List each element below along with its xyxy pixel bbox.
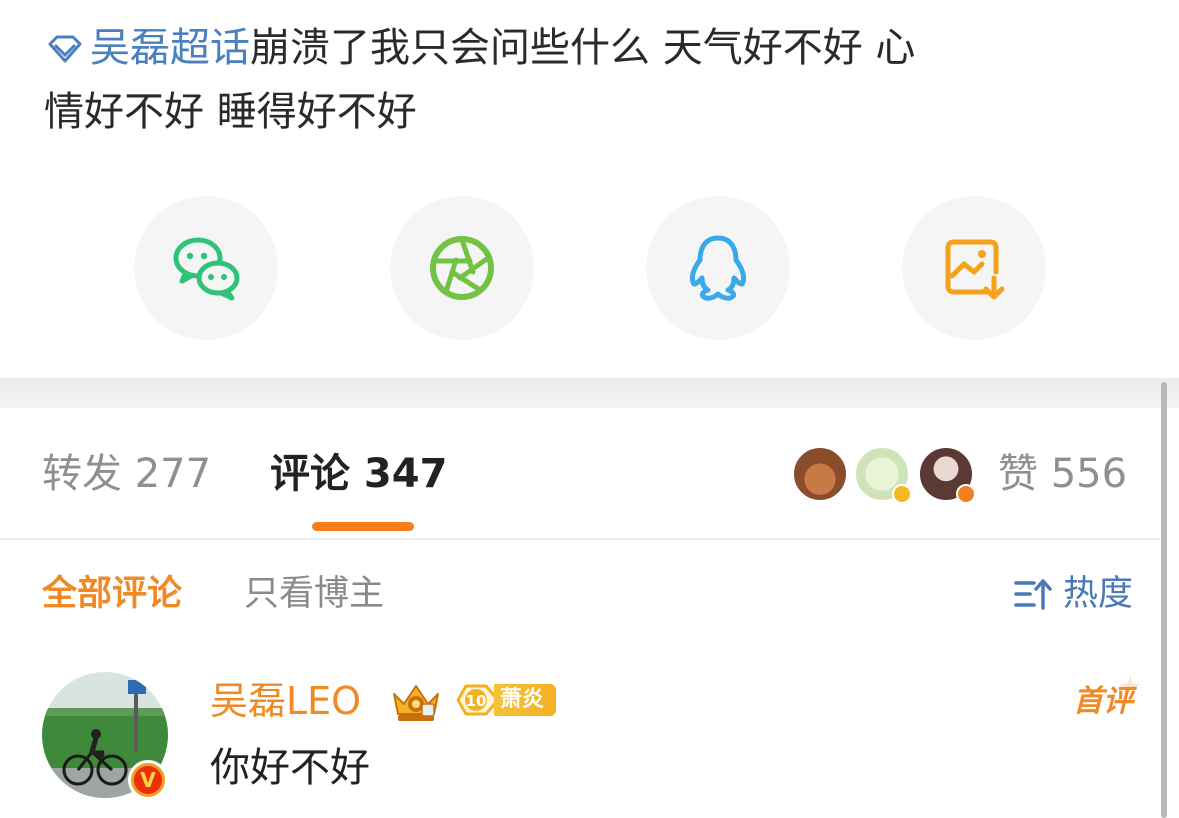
active-tab-indicator bbox=[312, 522, 414, 531]
image-download-icon bbox=[945, 239, 1005, 300]
liker-avatar bbox=[792, 446, 848, 502]
comment-text: 你好不好 bbox=[210, 745, 370, 791]
comment-username[interactable]: 吴磊LEO bbox=[210, 676, 361, 726]
comment-filter-row: 全部评论 只看博主 热度 bbox=[0, 566, 1179, 622]
super-topic-label: 吴磊超话 bbox=[90, 25, 250, 71]
tab-repost[interactable]: 转发 277 bbox=[42, 448, 211, 500]
scrollbar[interactable] bbox=[1161, 382, 1167, 818]
filter-author-only[interactable]: 只看博主 bbox=[244, 570, 384, 618]
sort-label: 热度 bbox=[1062, 574, 1133, 614]
first-comment-badge: 首评 bbox=[1073, 684, 1133, 719]
sort-button[interactable]: 热度 bbox=[1013, 570, 1133, 618]
share-row bbox=[0, 196, 1179, 340]
shutter-icon bbox=[430, 236, 494, 300]
comment-item: V 吴磊LEO 10 萧炎 首评 你好不好 bbox=[0, 668, 1179, 818]
verified-badge bbox=[956, 484, 976, 504]
verified-badge: V bbox=[128, 760, 168, 800]
fan-name: 萧炎 bbox=[494, 684, 557, 716]
fan-badge[interactable]: 10 萧炎 bbox=[452, 682, 557, 718]
penguin-icon bbox=[689, 235, 747, 301]
tab-comment[interactable]: 评论 347 bbox=[270, 448, 447, 500]
verified-mark: V bbox=[134, 766, 162, 794]
sort-icon bbox=[1014, 579, 1052, 610]
tabs-divider bbox=[0, 538, 1166, 540]
post-text: 吴磊超话崩溃了我只会问些什么 天气好不好 心 情好不好 睡得好不好 bbox=[44, 16, 1134, 144]
filter-all-comments[interactable]: 全部评论 bbox=[42, 570, 182, 618]
post-text-line2: 情好不好 睡得好不好 bbox=[44, 89, 417, 135]
share-qq-button[interactable] bbox=[646, 196, 790, 340]
super-topic-link[interactable]: 吴磊超话 bbox=[44, 25, 250, 71]
fan-level: 10 bbox=[466, 692, 487, 710]
share-moments-button[interactable] bbox=[390, 196, 534, 340]
share-wechat-button[interactable] bbox=[134, 196, 278, 340]
diamond-icon bbox=[48, 35, 82, 63]
section-divider bbox=[0, 378, 1179, 408]
tab-like[interactable]: 赞 556 bbox=[998, 448, 1127, 500]
save-image-button[interactable] bbox=[902, 196, 1046, 340]
post-text-line1: 崩溃了我只会问些什么 天气好不好 心 bbox=[250, 25, 916, 71]
verified-badge bbox=[892, 484, 912, 504]
interaction-tabs: 转发 277 评论 347 赞 556 bbox=[0, 430, 1179, 531]
crown-icon bbox=[393, 685, 439, 721]
wechat-icon bbox=[173, 237, 240, 301]
